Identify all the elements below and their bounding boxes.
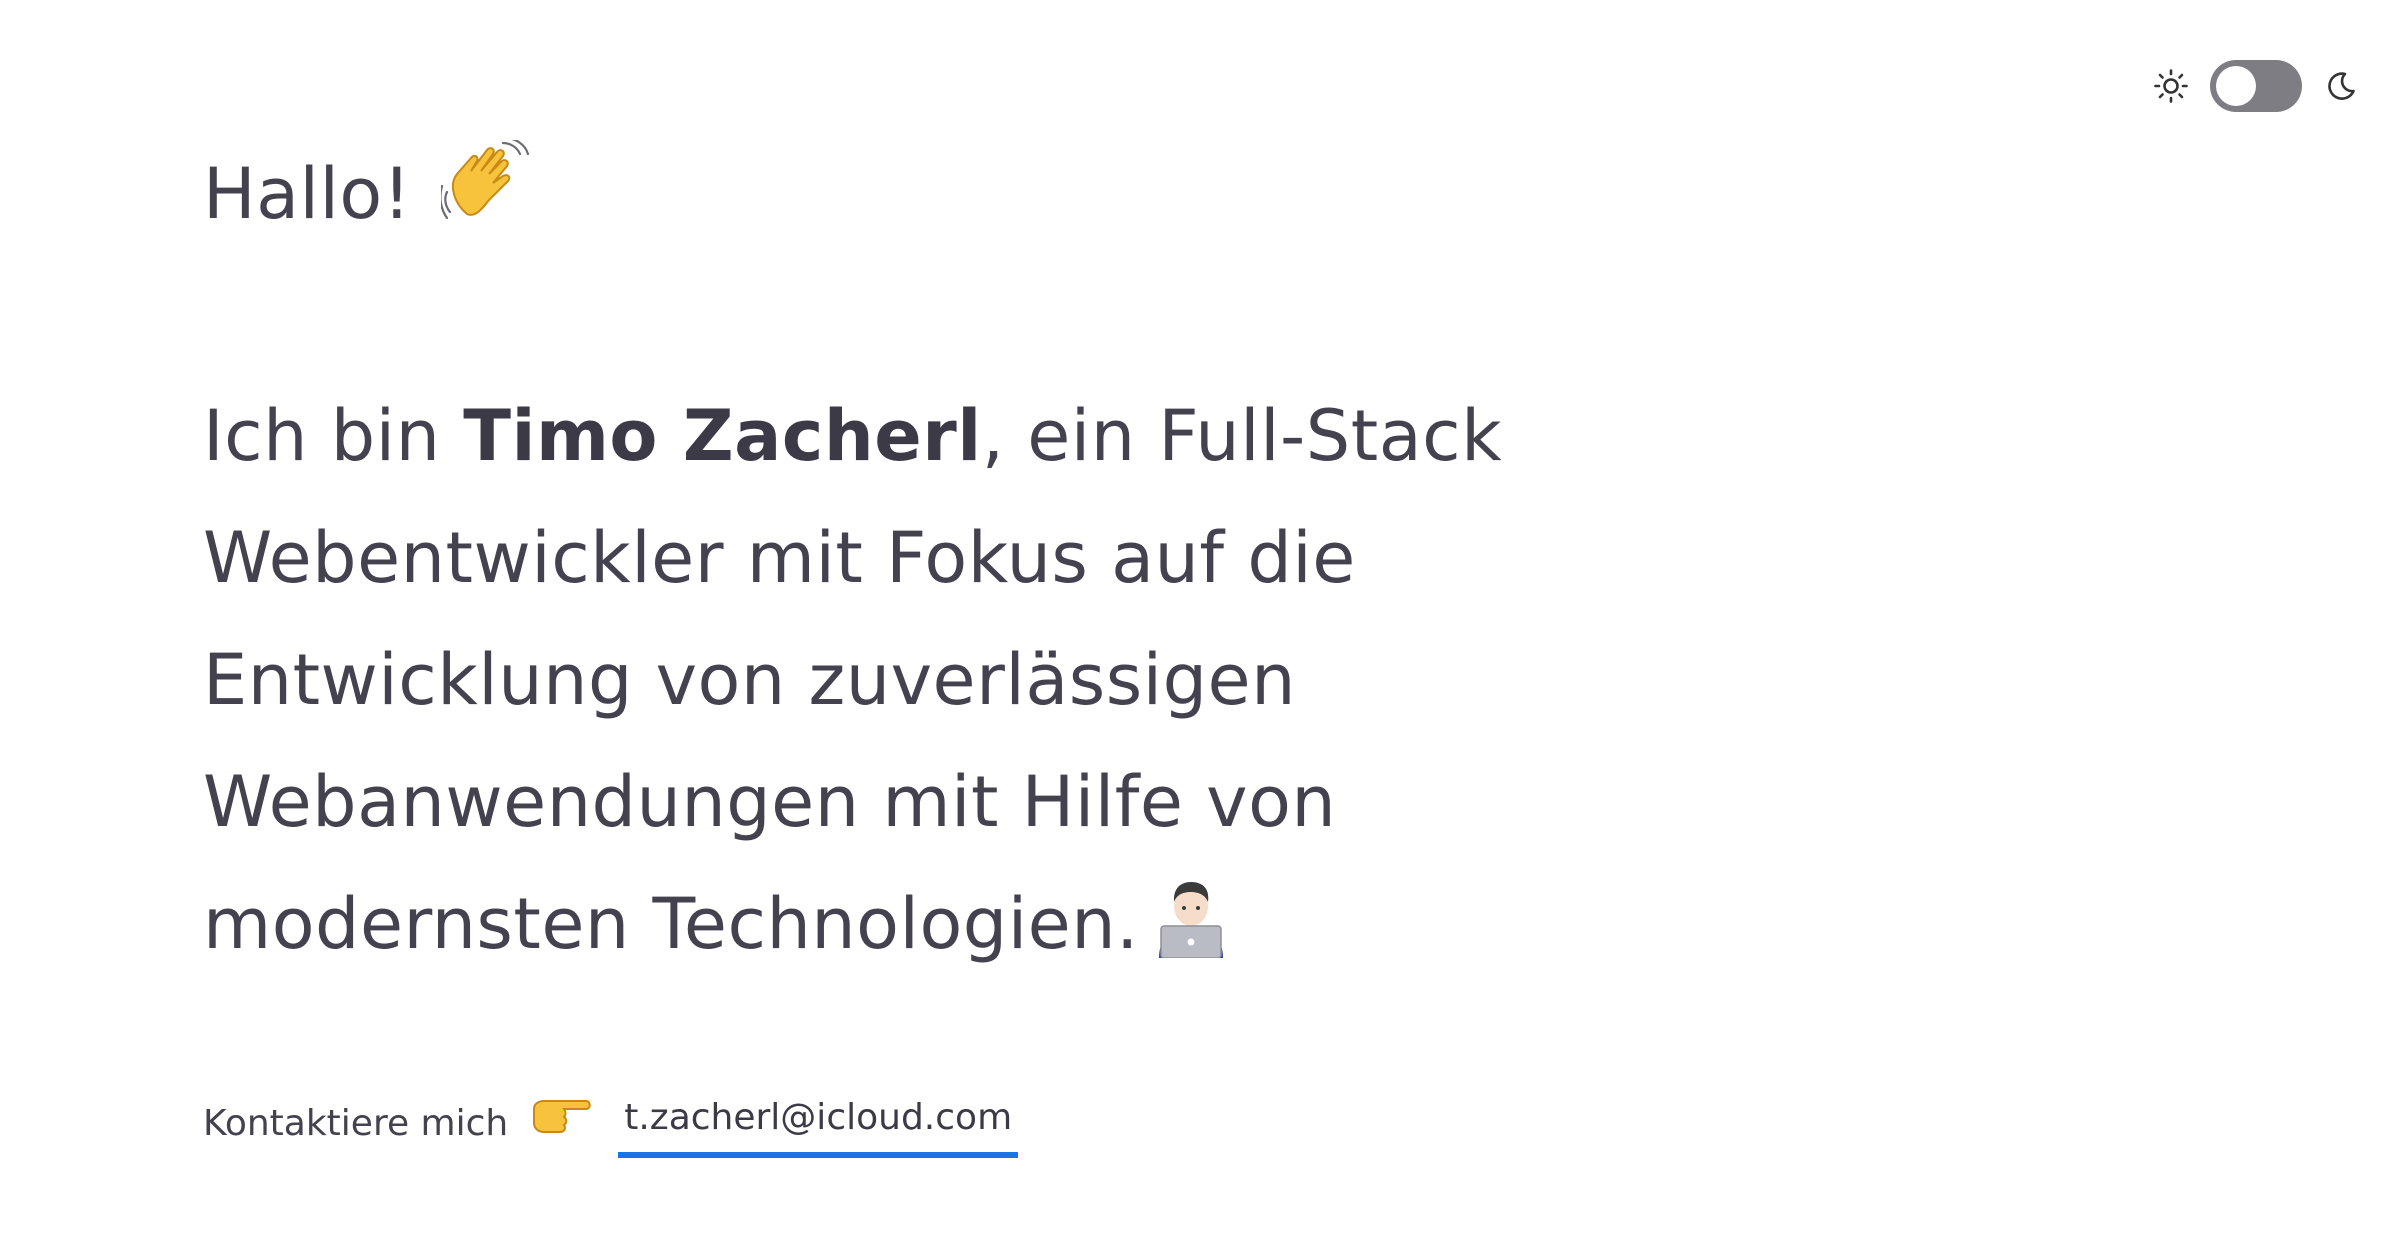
intro-line-5: modernsten Technologien. xyxy=(203,863,1502,995)
contact-label: Kontaktiere mich xyxy=(203,1103,509,1144)
moon-icon xyxy=(2322,67,2360,105)
author-name: Timo Zacherl xyxy=(463,395,982,477)
greeting-heading: Hallo! xyxy=(203,136,533,250)
intro-paragraph: Ich bin Timo Zacherl, ein Full-Stack Web… xyxy=(203,375,1502,995)
intro-line-1-rest: , ein Full-Stack xyxy=(981,395,1503,477)
email-link[interactable]: t.zacherl@icloud.com xyxy=(618,1090,1019,1158)
waving-hand-icon xyxy=(439,136,533,250)
intro-line-2: Webentwickler mit Fokus auf die xyxy=(203,517,1356,599)
intro-line-4: Webanwendungen mit Hilfe von xyxy=(203,761,1337,843)
greeting-text: Hallo! xyxy=(203,153,412,235)
pointing-right-icon xyxy=(530,1095,592,1154)
intro-line-1: Ich bin Timo Zacherl, ein Full-Stack xyxy=(203,375,1502,497)
intro-line-3: Entwicklung von zuverlässigen xyxy=(203,639,1296,721)
sun-icon xyxy=(2152,67,2190,105)
intro-prefix: Ich bin xyxy=(203,395,464,477)
intro-line-5-text: modernsten Technologien. xyxy=(203,883,1139,965)
technologist-icon xyxy=(1153,873,1229,995)
contact-row: Kontaktiere mich t.zacherl@icloud.com xyxy=(203,1090,1019,1158)
dark-mode-toggle[interactable] xyxy=(2210,60,2302,112)
theme-switch xyxy=(2152,58,2360,114)
toggle-knob xyxy=(2216,66,2256,106)
